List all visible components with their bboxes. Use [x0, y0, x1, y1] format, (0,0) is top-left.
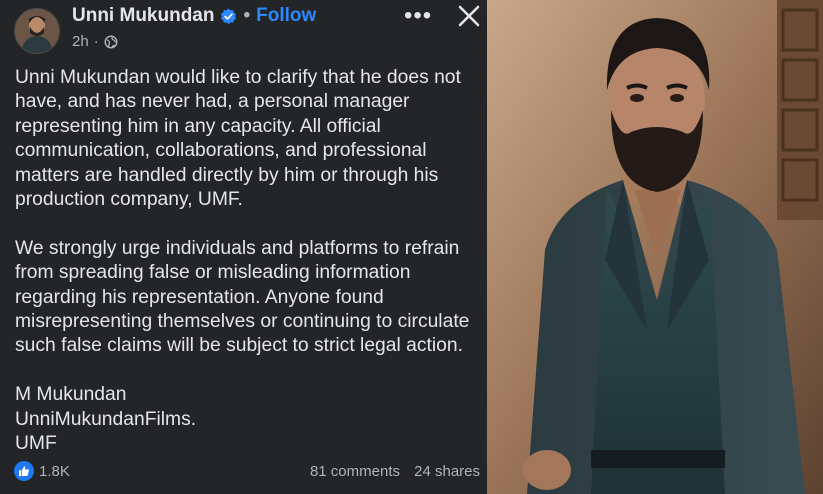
portrait-image: [487, 0, 823, 494]
separator-dot: •: [243, 5, 251, 26]
post-header: Unni Mukundan • Follow: [72, 5, 316, 27]
verified-badge-icon: [220, 8, 237, 25]
more-options-icon[interactable]: •••: [404, 2, 432, 30]
post-signature: M Mukundan UnniMukundanFilms. UMF: [15, 384, 197, 455]
post-paragraph-1: Unni Mukundan would like to clarify that…: [15, 67, 461, 211]
post-meta: 2h ·: [72, 33, 118, 50]
meta-dot: ·: [93, 33, 99, 50]
close-icon[interactable]: [456, 3, 482, 29]
follow-button[interactable]: Follow: [256, 5, 316, 27]
profile-photo: [15, 9, 59, 53]
post-time[interactable]: 2h: [72, 33, 89, 50]
post-body: Unni Mukundan would like to clarify that…: [15, 66, 480, 456]
author-name[interactable]: Unni Mukundan: [72, 5, 214, 27]
like-reaction-icon[interactable]: [14, 461, 34, 481]
post-footer: 1.8K 81 comments 24 shares: [14, 460, 480, 484]
globe-icon[interactable]: [104, 35, 118, 49]
shares-link[interactable]: 24 shares: [414, 463, 480, 480]
reaction-count[interactable]: 1.8K: [39, 463, 70, 480]
avatar[interactable]: [14, 8, 60, 54]
portrait-photo: [487, 0, 823, 494]
comments-link[interactable]: 81 comments: [310, 463, 400, 480]
facebook-post: Unni Mukundan • Follow 2h · ••• Unni Muk…: [0, 0, 487, 494]
post-paragraph-2: We strongly urge individuals and platfor…: [15, 237, 470, 357]
